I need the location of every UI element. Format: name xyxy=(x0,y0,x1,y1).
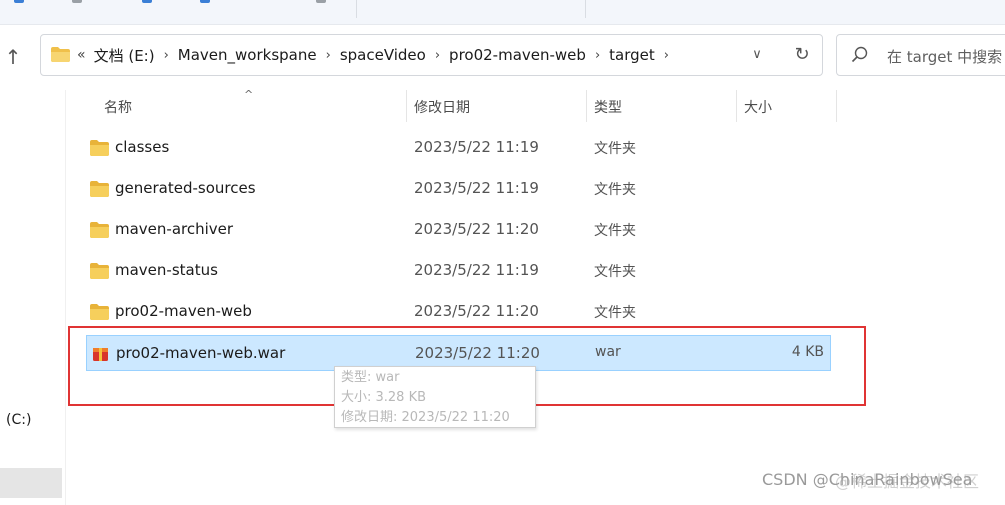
chevron-right-icon[interactable]: › xyxy=(664,48,669,63)
overflow-chevron-icon[interactable]: « xyxy=(77,47,86,63)
delete-icon[interactable] xyxy=(316,0,326,3)
up-arrow-icon[interactable]: ↑ xyxy=(2,46,24,68)
chevron-right-icon[interactable]: › xyxy=(164,48,169,63)
file-type: 文件夹 xyxy=(594,305,636,321)
file-type: 文件夹 xyxy=(594,141,636,157)
file-modified: 2023/5/22 11:19 xyxy=(414,138,539,156)
folder-icon xyxy=(90,140,109,156)
file-modified: 2023/5/22 11:19 xyxy=(414,261,539,279)
chevron-right-icon[interactable]: › xyxy=(326,48,331,63)
address-bar[interactable]: « 文档 (E:) › Maven_workspane › spaceVideo… xyxy=(40,34,823,76)
breadcrumb-item[interactable]: pro02-maven-web xyxy=(449,46,586,64)
file-type: 文件夹 xyxy=(594,264,636,280)
file-name: pro02-maven-web xyxy=(115,302,252,320)
breadcrumb-item[interactable]: target xyxy=(609,46,655,64)
breadcrumb: « 文档 (E:) › Maven_workspane › spaceVideo… xyxy=(77,35,678,75)
folder-icon xyxy=(90,304,109,320)
copy-icon[interactable] xyxy=(142,0,152,3)
search-input[interactable]: 在 target 中搜索 xyxy=(887,46,1002,67)
file-row[interactable]: generated-sources 2023/5/22 11:19 文件夹 xyxy=(86,171,831,207)
column-name[interactable]: 名称 xyxy=(104,97,132,117)
tooltip-size: 大小: 3.28 KB xyxy=(341,390,427,405)
breadcrumb-item[interactable]: 文档 (E:) xyxy=(94,45,155,66)
file-modified: 2023/5/22 11:19 xyxy=(414,179,539,197)
new-icon[interactable] xyxy=(14,0,24,3)
column-type[interactable]: 类型 xyxy=(594,97,622,117)
folder-icon xyxy=(51,47,70,62)
column-modified[interactable]: 修改日期 xyxy=(414,97,470,117)
chevron-down-icon[interactable]: ∨ xyxy=(747,45,767,65)
file-modified: 2023/5/22 11:20 xyxy=(414,302,539,320)
file-name: generated-sources xyxy=(115,179,256,197)
cut-icon[interactable] xyxy=(72,0,82,3)
file-row[interactable]: classes 2023/5/22 11:19 文件夹 xyxy=(86,130,831,166)
folder-icon xyxy=(90,263,109,279)
folder-icon xyxy=(90,222,109,238)
drive-c-item[interactable]: (C:) xyxy=(6,412,31,428)
navigation-pane: (C:) xyxy=(0,90,62,505)
column-header: 名称 修改日期 类型 大小 xyxy=(86,90,846,122)
file-modified: 2023/5/22 11:20 xyxy=(414,220,539,238)
file-tooltip: 类型: war 大小: 3.28 KB 修改日期: 2023/5/22 11:2… xyxy=(334,366,536,428)
file-name: maven-status xyxy=(115,261,218,279)
refresh-icon[interactable]: ↻ xyxy=(791,44,813,66)
selected-nav-item[interactable] xyxy=(0,468,62,498)
tooltip-modified: 修改日期: 2023/5/22 11:20 xyxy=(341,410,510,425)
file-name: classes xyxy=(115,138,170,156)
file-row[interactable]: pro02-maven-web 2023/5/22 11:20 文件夹 xyxy=(86,294,831,330)
chevron-right-icon[interactable]: › xyxy=(595,48,600,63)
file-type: 文件夹 xyxy=(594,182,636,198)
file-row[interactable]: maven-archiver 2023/5/22 11:20 文件夹 xyxy=(86,212,831,248)
file-name: maven-archiver xyxy=(115,220,234,238)
breadcrumb-item[interactable]: spaceVideo xyxy=(340,46,426,64)
tooltip-type: 类型: war xyxy=(341,370,400,385)
watermark: CSDN @ChinaRainbowSea xyxy=(762,470,973,489)
file-row[interactable]: maven-status 2023/5/22 11:19 文件夹 xyxy=(86,253,831,289)
column-size[interactable]: 大小 xyxy=(744,97,772,117)
paste-icon[interactable] xyxy=(200,0,210,3)
breadcrumb-item[interactable]: Maven_workspane xyxy=(178,46,317,64)
folder-icon xyxy=(90,181,109,197)
search-box[interactable]: 在 target 中搜索 xyxy=(836,34,1005,76)
search-icon xyxy=(851,46,868,63)
file-type: 文件夹 xyxy=(594,223,636,239)
toolbar-strip xyxy=(0,0,1005,25)
chevron-right-icon[interactable]: › xyxy=(435,48,440,63)
